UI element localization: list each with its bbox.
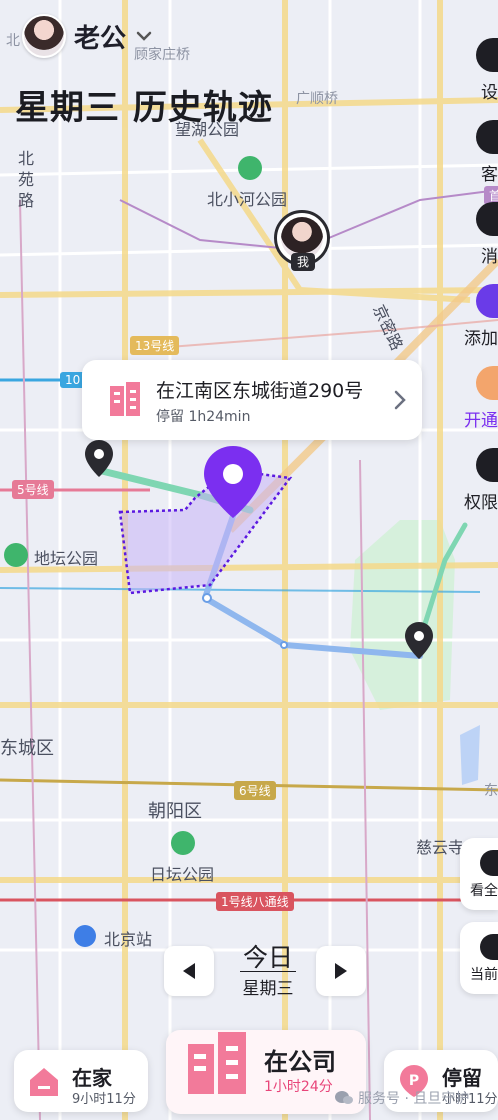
tab-duration: 9小时11分 <box>72 1092 136 1107</box>
date-weekday: 星期三 <box>242 979 294 999</box>
expand-icon <box>480 850 498 876</box>
map-label: 北小河公园 <box>207 190 288 209</box>
me-marker[interactable]: 我 <box>274 210 330 271</box>
subway-line-badge: 1号线八通线 <box>216 892 294 911</box>
stay-label: 停留 <box>156 409 184 425</box>
gear-icon <box>476 38 498 72</box>
subway-line-badge: 13号线 <box>130 336 180 355</box>
locate-icon <box>480 934 498 960</box>
building-icon <box>110 382 140 416</box>
location-address: 在江南区东城街道290号 <box>156 380 364 402</box>
page-title: 星期三 历史轨迹 <box>15 88 273 128</box>
crown-icon <box>476 366 498 400</box>
next-day-button[interactable] <box>316 946 366 996</box>
message-icon <box>476 202 498 236</box>
map-label: 慈云寺 <box>416 838 465 857</box>
station-icon <box>74 925 96 947</box>
user-name: 老公 <box>74 23 127 54</box>
user-switcher[interactable]: 老公 <box>22 14 154 58</box>
park-icon <box>238 156 262 180</box>
subway-line-badge: 6号线 <box>234 781 276 800</box>
customer-service-button[interactable]: 客 <box>458 120 498 190</box>
view-all-button[interactable]: 看全 <box>460 838 498 910</box>
button-label: 看全 <box>470 883 498 899</box>
prev-day-button[interactable] <box>164 946 214 996</box>
me-label: 我 <box>291 253 315 271</box>
add-user-icon <box>476 284 498 318</box>
map-label: 地坛公园 <box>34 549 99 568</box>
menu-label: 权限 <box>464 493 498 513</box>
menu-label: 客 <box>481 165 498 185</box>
add-user-button[interactable]: 添加 <box>458 284 498 354</box>
chevron-right-icon <box>394 390 406 410</box>
map-label: 东城区 <box>0 738 54 759</box>
map-label: 东 <box>484 783 498 799</box>
stay-duration: 1h24min <box>188 409 251 425</box>
current-location-button[interactable]: 当前 <box>460 922 498 994</box>
date-navigator: 今日 星期三 <box>164 940 368 1002</box>
shield-icon <box>476 448 498 482</box>
triangle-left-icon <box>183 963 195 979</box>
map-label: 朝阳区 <box>148 801 202 822</box>
location-pin-icon[interactable] <box>404 622 434 660</box>
home-icon <box>30 1068 58 1096</box>
map-label: 北京站 <box>104 930 153 949</box>
menu-label: 消 <box>481 247 498 267</box>
vip-button[interactable]: 开通 <box>458 366 498 436</box>
headset-icon <box>476 120 498 154</box>
map-label: 广顺桥 <box>296 91 338 107</box>
park-icon <box>171 831 195 855</box>
svg-text:P: P <box>409 1073 419 1089</box>
location-card[interactable]: 在江南区东城街道290号 停留 1h24min <box>82 360 422 440</box>
chevron-down-icon <box>136 31 152 41</box>
menu-label: 开通 <box>464 411 498 431</box>
stay-info: 停留 1h24min <box>156 406 250 426</box>
subway-line-badge: 5号线 <box>12 480 54 499</box>
button-label: 当前 <box>470 967 498 983</box>
tab-name: 停留 <box>442 1066 482 1090</box>
park-icon <box>4 543 28 567</box>
menu-label: 设 <box>481 83 498 103</box>
triangle-right-icon <box>335 963 347 979</box>
avatar <box>22 14 66 58</box>
menu-label: 添加 <box>464 329 498 349</box>
wechat-icon <box>335 1091 353 1104</box>
building-icon <box>188 1032 246 1094</box>
map-label: 北 <box>6 33 20 49</box>
map-label: 日坛公园 <box>150 865 215 884</box>
location-pin-icon[interactable] <box>84 440 114 478</box>
tab-name: 在公司 <box>264 1048 336 1076</box>
watermark: 服务号 · 且旦守护 <box>334 1088 469 1108</box>
watermark-text: 服务号 · 且旦守护 <box>358 1091 470 1107</box>
tab-home[interactable]: 在家 9小时11分 <box>14 1050 148 1112</box>
tab-name: 在家 <box>72 1066 112 1090</box>
divider <box>240 971 296 972</box>
settings-button[interactable]: 设 <box>458 38 498 108</box>
map-label: 路 <box>18 191 35 210</box>
company-pin-icon[interactable] <box>202 444 264 520</box>
permission-button[interactable]: 权限 <box>458 448 498 518</box>
tab-duration: 1小时24分 <box>264 1079 333 1095</box>
messages-button[interactable]: 消 <box>458 202 498 272</box>
date-day: 今日 <box>242 943 293 972</box>
